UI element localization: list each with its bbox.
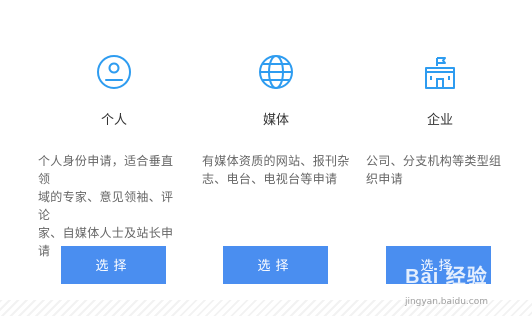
select-button-media[interactable]: 选择 [223,246,328,284]
card-description: 有媒体资质的网站、报刊杂 志、电台、电视台等申请 [202,152,350,188]
card-description: 个人身份申请，适合垂直领 域的专家、意见领袖、评论 家、自媒体人士及站长申请 [38,152,180,260]
decorative-bottom-strip [0,300,532,316]
user-circle-icon [97,55,131,89]
card-enterprise: 企业 公司、分支机构等类型组 织申请 选择 [360,0,532,316]
desc-line: 织申请 [366,172,403,186]
card-title: 个人 [100,113,127,128]
desc-line: 公司、分支机构等类型组 [366,154,502,168]
globe-icon [259,55,293,89]
building-flag-icon [425,57,455,89]
card-description: 公司、分支机构等类型组 织申请 [366,152,501,188]
card-personal: 个人 个人身份申请，适合垂直领 域的专家、意见领袖、评论 家、自媒体人士及站长申… [0,0,180,316]
card-media: 媒体 有媒体资质的网站、报刊杂 志、电台、电视台等申请 选择 [180,0,360,316]
select-button-enterprise[interactable]: 选择 [386,246,491,284]
desc-line: 有媒体资质的网站、报刊杂 [202,154,350,168]
desc-line: 志、电台、电视台等申请 [202,172,338,186]
select-button-personal[interactable]: 选择 [61,246,166,284]
desc-line: 域的专家、意见领袖、评论 [38,190,174,222]
desc-line: 个人身份申请，适合垂直领 [38,154,174,186]
card-title: 企业 [426,113,453,128]
card-title: 媒体 [262,113,289,128]
